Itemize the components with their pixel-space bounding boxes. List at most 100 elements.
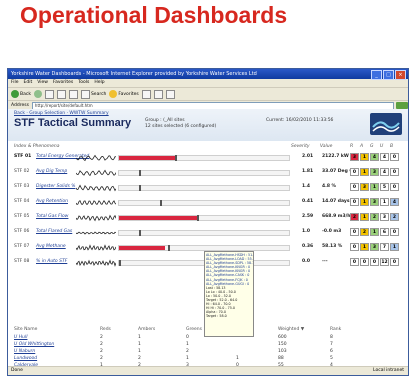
menu-favorites[interactable]: Favorites (53, 79, 73, 87)
rag-count-r[interactable]: 0 (350, 168, 359, 176)
phenomena-row: STF 06 Total Flared Gas 1.0 -0.0 m3 0 2 1 6 0 (14, 227, 406, 239)
rag-count-g[interactable]: 0 (370, 258, 379, 266)
menu-help[interactable]: Help (94, 79, 104, 87)
rag-count-u[interactable]: 4 (380, 153, 389, 161)
rag-count-g[interactable]: 1 (370, 228, 379, 236)
greens-header: Greens (186, 327, 202, 332)
row-name-link[interactable]: Avg Retention (36, 199, 68, 204)
rag-count-a[interactable]: 1 (360, 168, 369, 176)
rag-count-u[interactable]: 12 (380, 258, 389, 266)
row-name-link[interactable]: Digester Solids % (36, 184, 76, 189)
row-name-link[interactable]: Avg Methane (36, 244, 66, 249)
site-name-link[interactable]: Lundwood (14, 356, 37, 361)
rag-count-a[interactable]: 1 (360, 153, 369, 161)
rag-count-a[interactable]: 1 (360, 213, 369, 221)
severity-value: 0.41 (302, 199, 314, 204)
rag-count-r[interactable]: 3 (350, 153, 359, 161)
close-button[interactable]: × (395, 70, 406, 80)
menu-file[interactable]: File (11, 79, 19, 87)
severity-bar-fill (119, 246, 165, 250)
phenomena-row: STF 03 Digester Solids % 1.4 4.8 % 0 3 1 5 0 (14, 182, 406, 194)
current-value: 4.8 % (322, 184, 337, 189)
row-name-link[interactable]: % in Auto STF (36, 259, 67, 264)
rag-count-b[interactable]: 0 (390, 168, 399, 176)
favorites-button[interactable]: Favorites (109, 90, 139, 98)
row-name-link[interactable]: Total Flared Gas (36, 229, 72, 234)
sparkline (76, 169, 116, 177)
rag-count-r[interactable]: 0 (350, 183, 359, 191)
maximize-button[interactable]: □ (383, 70, 394, 80)
rag-count-r[interactable]: 0 (350, 198, 359, 206)
home-icon[interactable] (68, 89, 78, 99)
rag-count-r[interactable]: 0 (350, 258, 359, 266)
site-rank: 5 (330, 356, 333, 361)
forward-arrow-icon[interactable] (33, 90, 42, 98)
rag-count-a[interactable]: 0 (360, 258, 369, 266)
current-value: -0.0 m3 (322, 229, 342, 234)
site-weighted: 600 (278, 335, 287, 340)
rag-count-g[interactable]: 4 (370, 153, 379, 161)
severity-bar-marker (139, 185, 142, 191)
stop-icon[interactable] (44, 89, 54, 99)
phenomena-row: STF 05 Total Gas Flow 2.59 668.9 m3/h 2 1 2 3 2 (14, 212, 406, 224)
rag-count-g[interactable]: 3 (370, 243, 379, 251)
menu-tools[interactable]: Tools (78, 79, 89, 87)
search-button[interactable]: Search (80, 89, 106, 99)
row-id: STF 02 (14, 169, 30, 174)
breadcrumb[interactable]: Back · Group Selection · WWTW Summary (14, 111, 109, 116)
rag-count-g[interactable]: 1 (370, 183, 379, 191)
severity-bar (118, 230, 290, 236)
rag-count-a[interactable]: 3 (360, 183, 369, 191)
rag-count-b[interactable]: 1 (390, 243, 399, 251)
mail-icon[interactable] (153, 89, 163, 99)
go-button[interactable] (396, 102, 408, 109)
rag-count-g[interactable]: 3 (370, 168, 379, 176)
sparkline (76, 214, 116, 222)
site-reds: 2 (100, 356, 103, 361)
browser-toolbar: Back Search Favorites (8, 88, 408, 101)
window-controls: _ □ × (371, 70, 406, 80)
rag-count-a[interactable]: 2 (360, 228, 369, 236)
site-name-link[interactable]: U Naburn (14, 349, 35, 354)
rag-count-u[interactable]: 3 (380, 213, 389, 221)
address-label: Address (11, 103, 29, 108)
rag-count-u[interactable]: 7 (380, 243, 389, 251)
site-name-header: Site Name (14, 327, 38, 332)
row-name-link[interactable]: Avg Dig Temp (36, 169, 67, 174)
row-name-link[interactable]: Total Gas Flow (36, 214, 68, 219)
dashboard-header: Back · Group Selection · WWTW Summary ST… (8, 109, 408, 141)
rag-count-b[interactable]: 0 (390, 258, 399, 266)
rag-count-r[interactable]: 2 (350, 213, 359, 221)
rag-count-u[interactable]: 1 (380, 198, 389, 206)
rag-count-u[interactable]: 6 (380, 228, 389, 236)
rag-count-a[interactable]: 1 (360, 198, 369, 206)
rag-count-a[interactable]: 1 (360, 243, 369, 251)
rag-count-b[interactable]: 0 (390, 228, 399, 236)
refresh-icon[interactable] (56, 89, 66, 99)
rag-count-b[interactable]: 0 (390, 153, 399, 161)
back-button[interactable]: Back (11, 90, 31, 98)
site-name-link[interactable]: U Old Whittington (14, 342, 54, 347)
history-icon[interactable] (141, 89, 151, 99)
group-info: Group : (_All sites 12 sites selected (6… (145, 118, 216, 130)
rag-count-b[interactable]: 2 (390, 213, 399, 221)
rag-count-b[interactable]: 4 (390, 198, 399, 206)
selected-line: 12 sites selected (6 configured) (145, 124, 217, 129)
rag-count-g[interactable]: 2 (370, 213, 379, 221)
site-reds: 2 (100, 342, 103, 347)
current-value: 33.07 Deg C (322, 169, 353, 174)
rag-count-u[interactable]: 5 (380, 183, 389, 191)
sparkline-path (76, 199, 116, 206)
print-icon[interactable] (165, 89, 175, 99)
site-name-link[interactable]: U Hull (14, 335, 27, 340)
rag-count-r[interactable]: 0 (350, 243, 359, 251)
rag-count-g[interactable]: 3 (370, 198, 379, 206)
menu-edit[interactable]: Edit (24, 79, 33, 87)
sparkline (76, 199, 116, 206)
menu-view[interactable]: View (37, 79, 48, 87)
weighted-header[interactable]: Weighted ▼ (278, 327, 304, 332)
minimize-button[interactable]: _ (371, 70, 382, 80)
rag-count-b[interactable]: 0 (390, 183, 399, 191)
rag-count-u[interactable]: 4 (380, 168, 389, 176)
rag-count-r[interactable]: 0 (350, 228, 359, 236)
